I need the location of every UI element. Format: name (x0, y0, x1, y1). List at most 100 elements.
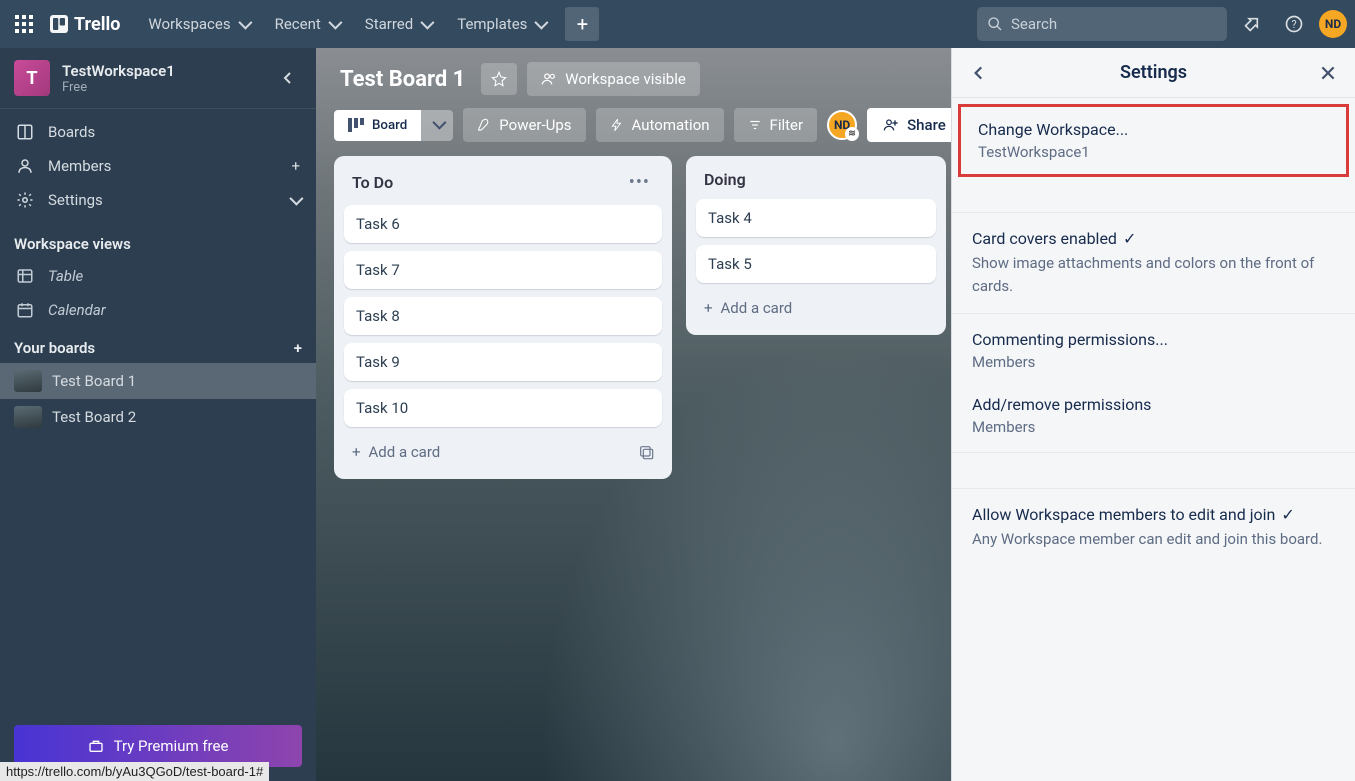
workspace-header[interactable]: T TestWorkspace1 Free (0, 48, 316, 109)
boards-icon (16, 123, 34, 141)
collapse-sidebar-icon[interactable] (274, 64, 302, 92)
nav-recent[interactable]: Recent (263, 9, 351, 39)
plus-icon: + (352, 443, 361, 461)
sidebar-item-label: Calendar (48, 301, 106, 319)
nav-workspaces[interactable]: Workspaces (136, 9, 260, 39)
calendar-icon (16, 301, 34, 319)
sidebar-item-boards[interactable]: Boards (0, 115, 316, 149)
option-title: Change Workspace... (978, 120, 1329, 139)
sidebar-item-label: Settings (48, 191, 103, 209)
view-dropdown-button[interactable] (421, 110, 453, 141)
notifications-icon[interactable] (1235, 7, 1269, 41)
sidebar-view-calendar[interactable]: Calendar (0, 293, 316, 327)
briefcase-icon (88, 738, 104, 754)
people-icon (541, 71, 557, 87)
premium-label: Try Premium free (114, 737, 229, 755)
chevron-down-icon (237, 15, 249, 33)
visibility-button[interactable]: Workspace visible (527, 62, 700, 96)
chevron-down-icon (419, 15, 431, 33)
list-menu-icon[interactable]: ••• (625, 170, 654, 195)
card[interactable]: Task 7 (344, 251, 662, 289)
card[interactable]: Task 10 (344, 389, 662, 427)
user-avatar[interactable]: ND (1319, 10, 1347, 38)
add-board-icon[interactable]: + (294, 339, 302, 357)
workspace-sidebar: T TestWorkspace1 Free Boards Members + S… (0, 48, 316, 781)
sidebar-item-settings[interactable]: Settings (0, 183, 316, 217)
card-covers-option[interactable]: Card covers enabled ✓ Show image attachm… (952, 213, 1355, 314)
rocket-icon (477, 118, 491, 132)
share-button[interactable]: Share (867, 108, 962, 142)
add-member-icon[interactable]: + (291, 157, 300, 175)
add-card-button[interactable]: + Add a card (696, 291, 936, 325)
star-board-button[interactable] (481, 63, 517, 95)
view-switcher: Board (334, 110, 453, 141)
board-member-avatar[interactable]: ND (827, 110, 857, 140)
workspace-views-heading: Workspace views (0, 223, 316, 259)
check-icon: ✓ (1281, 505, 1294, 524)
trello-logo[interactable]: Trello (42, 14, 128, 35)
card[interactable]: Task 9 (344, 343, 662, 381)
list: Doing Task 4 Task 5 + Add a card (686, 156, 946, 335)
sidebar-item-label: Table (48, 267, 83, 285)
settings-back-button[interactable] (970, 64, 988, 82)
view-label: Board (372, 118, 407, 133)
board-title[interactable]: Test Board 1 (334, 63, 471, 96)
gear-icon (16, 191, 34, 209)
chevron-down-icon (431, 118, 443, 133)
option-description: Show image attachments and colors on the… (972, 252, 1335, 297)
help-icon[interactable]: ? (1277, 7, 1311, 41)
sidebar-board-item[interactable]: Test Board 1 (0, 363, 316, 399)
create-button[interactable]: + (565, 7, 599, 41)
card[interactable]: Task 4 (696, 199, 936, 237)
option-value: TestWorkspace1 (978, 143, 1329, 161)
chevron-down-icon (288, 191, 300, 209)
apps-switcher-icon[interactable] (8, 8, 40, 40)
workspace-badge: T (14, 60, 50, 96)
card[interactable]: Task 6 (344, 205, 662, 243)
search-box[interactable] (977, 7, 1227, 41)
sidebar-item-members[interactable]: Members + (0, 149, 316, 183)
option-title: Allow Workspace members to edit and join (972, 505, 1275, 524)
board-label: Test Board 2 (52, 408, 136, 426)
top-navigation: Trello Workspaces Recent Starred Templat… (0, 0, 1355, 48)
star-icon (491, 71, 507, 87)
change-workspace-option[interactable]: Change Workspace... TestWorkspace1 (958, 104, 1349, 177)
sidebar-item-label: Members (48, 157, 111, 175)
automation-button[interactable]: Automation (596, 108, 724, 142)
search-input[interactable] (1011, 15, 1217, 33)
card[interactable]: Task 5 (696, 245, 936, 283)
sidebar-view-table[interactable]: Table (0, 259, 316, 293)
option-value: Members (972, 353, 1335, 371)
add-card-button[interactable]: + Add a card (344, 435, 662, 469)
your-boards-heading: Your boards + (0, 327, 316, 363)
option-title: Add/remove permissions (972, 395, 1335, 414)
board-thumbnail (14, 406, 42, 428)
option-title: Commenting permissions... (972, 330, 1335, 349)
settings-close-button[interactable] (1319, 64, 1337, 82)
list-title[interactable]: To Do (352, 173, 625, 192)
nav-templates[interactable]: Templates (445, 9, 557, 39)
try-premium-button[interactable]: Try Premium free (14, 725, 302, 767)
option-title: Card covers enabled (972, 229, 1117, 248)
nav-starred[interactable]: Starred (353, 9, 443, 39)
option-value: Members (972, 418, 1335, 436)
chevron-down-icon (533, 15, 545, 33)
powerups-button[interactable]: Power-Ups (463, 108, 585, 142)
commenting-permissions-option[interactable]: Commenting permissions... Members (952, 314, 1355, 379)
plus-icon: + (704, 299, 713, 317)
template-icon[interactable] (638, 444, 654, 460)
browser-status-bar: https://trello.com/b/yAu3QGoD/test-board… (0, 762, 269, 781)
addremove-permissions-option[interactable]: Add/remove permissions Members (952, 379, 1355, 453)
share-icon (883, 117, 899, 133)
card[interactable]: Task 8 (344, 297, 662, 335)
filter-button[interactable]: Filter (734, 108, 818, 142)
board-view-button[interactable]: Board (334, 110, 421, 141)
logo-text: Trello (74, 14, 120, 35)
search-icon (987, 16, 1003, 32)
settings-title: Settings (988, 62, 1319, 83)
list-title[interactable]: Doing (704, 170, 928, 189)
sidebar-board-item[interactable]: Test Board 2 (0, 399, 316, 435)
members-icon (16, 157, 34, 175)
allow-workspace-members-option[interactable]: Allow Workspace members to edit and join… (952, 489, 1355, 567)
chevron-down-icon (327, 15, 339, 33)
